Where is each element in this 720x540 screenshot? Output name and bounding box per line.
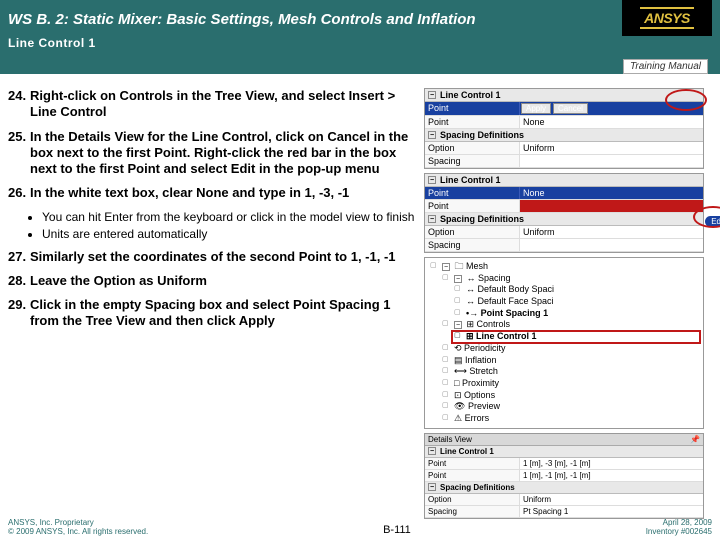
- details-view-final: Details View📌 −Line Control 1 Point1 [m]…: [424, 433, 704, 519]
- step-28: Leave the Option as Uniform: [30, 273, 418, 289]
- step-25: In the Details View for the Line Control…: [30, 129, 418, 178]
- bullet-1: You can hit Enter from the keyboard or c…: [42, 210, 418, 224]
- collapse-icon[interactable]: −: [428, 91, 436, 99]
- footer: ANSYS, Inc. Proprietary © 2009 ANSYS, In…: [0, 518, 720, 536]
- training-label: Training Manual: [623, 59, 708, 74]
- tree-view[interactable]: − 🗀 Mesh − ↔ Spacing ↔ Default Body Spac…: [424, 257, 704, 429]
- step-list-1: Right-click on Controls in the Tree View…: [8, 88, 418, 202]
- step-29: Click in the empty Spacing box and selec…: [30, 297, 418, 330]
- screenshots-column: −Line Control 1 Point Apply Cancel Point…: [424, 88, 704, 519]
- details-panel-2: −Line Control 1 PointNone Point −Spacing…: [424, 173, 704, 253]
- step-list-2: Similarly set the coordinates of the sec…: [8, 249, 418, 330]
- apply-button[interactable]: Apply: [521, 103, 551, 114]
- bullet-list: You can hit Enter from the keyboard or c…: [42, 210, 418, 241]
- step-26: In the white text box, clear None and ty…: [30, 185, 418, 201]
- inventory-text: Inventory #002645: [646, 527, 712, 536]
- bullet-2: Units are entered automatically: [42, 227, 418, 241]
- tree-line-control: ⊞ Line Control 1: [452, 331, 700, 343]
- proprietary-text: ANSYS, Inc. Proprietary: [8, 518, 148, 527]
- instructions-column: Right-click on Controls in the Tree View…: [8, 88, 418, 519]
- cancel-button[interactable]: Cancel: [553, 103, 588, 114]
- row-point-apply: Point Apply Cancel: [425, 102, 703, 116]
- subtitle: Line Control 1: [8, 36, 96, 50]
- copyright-text: © 2009 ANSYS, Inc. All rights reserved.: [8, 527, 148, 536]
- tree-mesh: − 🗀 Mesh: [428, 261, 700, 273]
- logo: ANSYS: [622, 0, 712, 36]
- page-number: B-111: [383, 524, 411, 536]
- content-body: Right-click on Controls in the Tree View…: [0, 74, 720, 519]
- step-24: Right-click on Controls in the Tree View…: [30, 88, 418, 121]
- page-title: WS B. 2: Static Mixer: Basic Settings, M…: [8, 11, 476, 28]
- highlight-circle-1: [665, 89, 707, 111]
- details-panel-1: −Line Control 1 Point Apply Cancel Point…: [424, 88, 704, 169]
- date-text: April 28, 2009: [646, 518, 712, 527]
- pin-icon[interactable]: 📌: [690, 435, 700, 444]
- header: WS B. 2: Static Mixer: Basic Settings, M…: [0, 0, 720, 74]
- step-27: Similarly set the coordinates of the sec…: [30, 249, 418, 265]
- row-redbar[interactable]: Point: [425, 200, 703, 213]
